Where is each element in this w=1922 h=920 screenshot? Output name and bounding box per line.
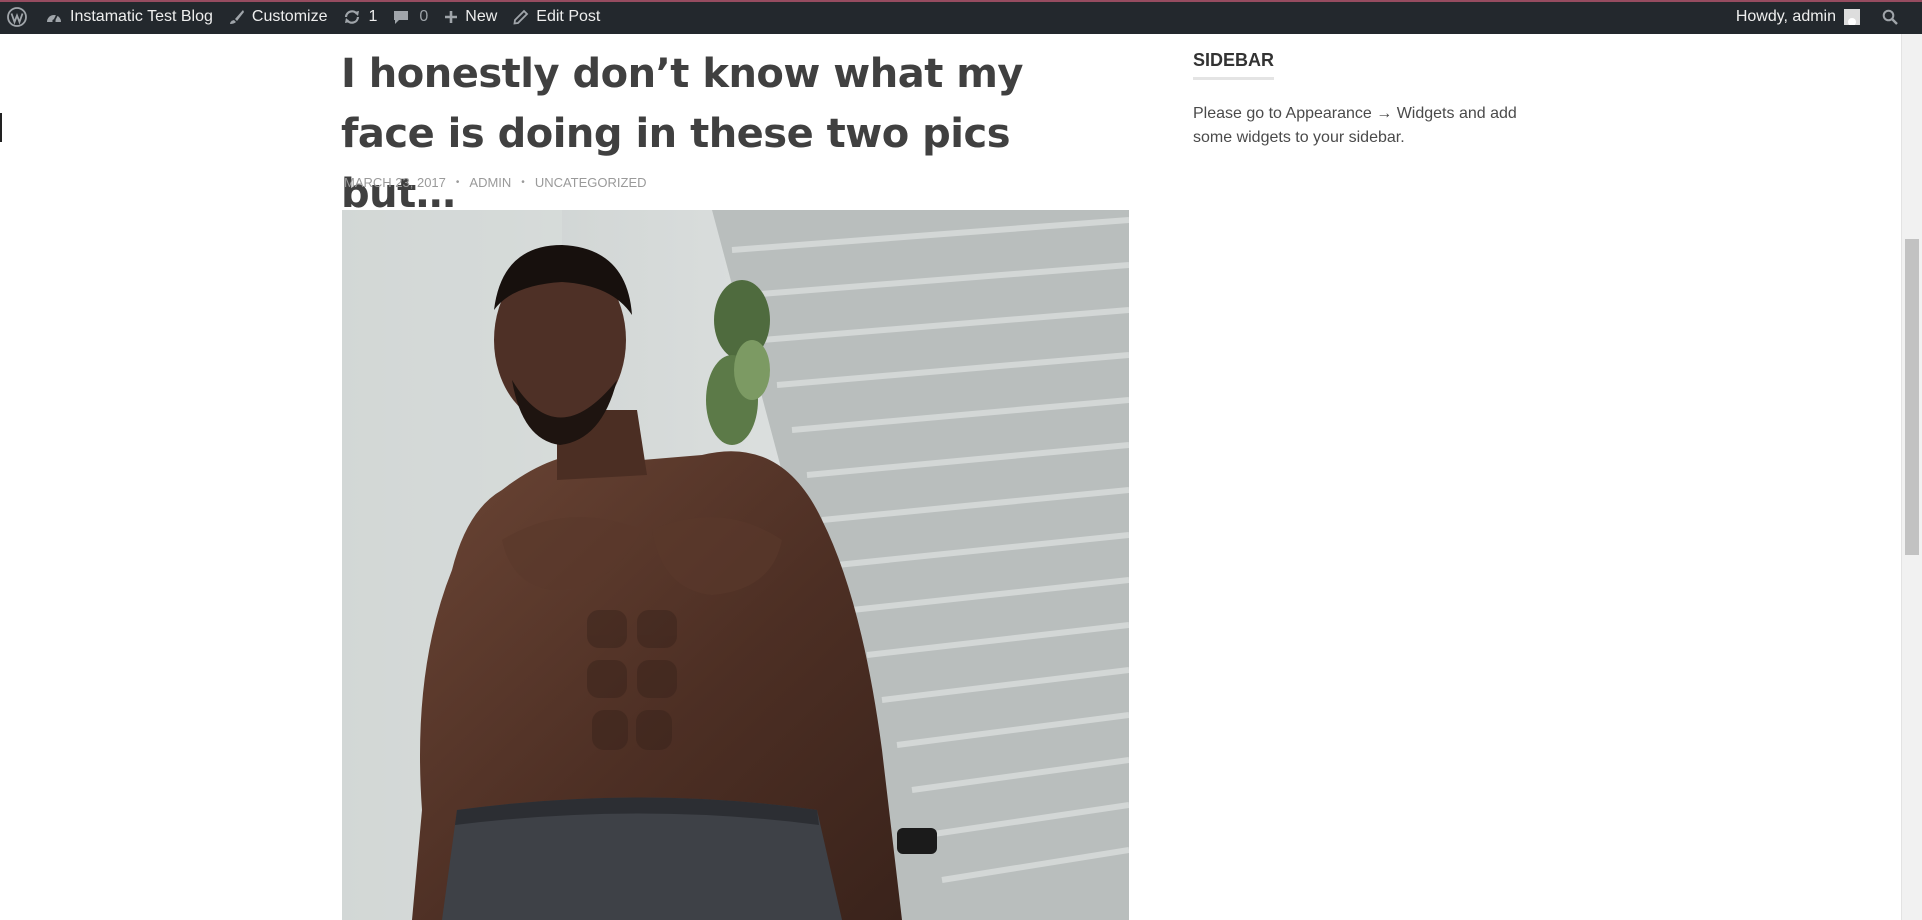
search-icon bbox=[1882, 9, 1898, 25]
edit-post-label: Edit Post bbox=[536, 8, 601, 25]
meta-separator: • bbox=[521, 177, 525, 188]
comments-count: 0 bbox=[419, 8, 429, 25]
new-content-menu[interactable]: New bbox=[436, 0, 505, 34]
customize-link[interactable]: Customize bbox=[221, 0, 336, 34]
my-account-menu[interactable]: Howdy, admin bbox=[1728, 0, 1868, 34]
page-scrollbar[interactable] bbox=[1901, 34, 1922, 920]
comment-icon bbox=[393, 9, 409, 25]
post-meta: March 23, 2017 • Admin • Uncategorized bbox=[344, 175, 647, 190]
wordpress-icon bbox=[7, 7, 27, 27]
scrollbar-thumb[interactable] bbox=[1905, 239, 1919, 555]
user-icon bbox=[1844, 9, 1860, 25]
new-label: New bbox=[465, 8, 498, 25]
dashboard-icon bbox=[45, 9, 63, 25]
site-name-menu[interactable]: Instamatic Test Blog bbox=[37, 0, 221, 34]
edit-post-link[interactable]: Edit Post bbox=[505, 0, 608, 34]
featured-image bbox=[342, 210, 1129, 920]
admin-bar: Instamatic Test Blog Customize 1 0 New E… bbox=[0, 0, 1922, 34]
post-author-link[interactable]: Admin bbox=[469, 175, 511, 190]
updates-link[interactable]: 1 bbox=[335, 0, 385, 34]
updates-count: 1 bbox=[368, 8, 378, 25]
meta-separator: • bbox=[455, 177, 460, 188]
pencil-icon bbox=[513, 9, 529, 25]
greeting-label: Howdy, admin bbox=[1735, 8, 1836, 25]
admin-bar-secondary: Howdy, admin bbox=[1728, 0, 1922, 34]
customize-label: Customize bbox=[251, 8, 328, 25]
updates-icon bbox=[343, 9, 361, 25]
featured-photo bbox=[342, 210, 1129, 920]
wordpress-menu[interactable] bbox=[0, 0, 37, 34]
post-date-link[interactable]: March 23, 2017 bbox=[344, 175, 446, 190]
post-title: I honestly don’t know what my face is do… bbox=[341, 51, 1024, 217]
brush-icon bbox=[229, 9, 245, 25]
admin-search-button[interactable] bbox=[1868, 0, 1912, 34]
comments-link[interactable]: 0 bbox=[385, 0, 436, 34]
accent-line bbox=[0, 0, 1922, 2]
site-name-label: Instamatic Test Blog bbox=[70, 8, 213, 25]
post-category-link[interactable]: Uncategorized bbox=[535, 175, 647, 190]
text-caret bbox=[0, 113, 2, 142]
plus-icon bbox=[444, 10, 458, 24]
sidebar-widget-title: SIDEBAR bbox=[1193, 50, 1275, 80]
sidebar-widget-text: Please go to Appearance → Widgets and ad… bbox=[1193, 105, 1517, 146]
